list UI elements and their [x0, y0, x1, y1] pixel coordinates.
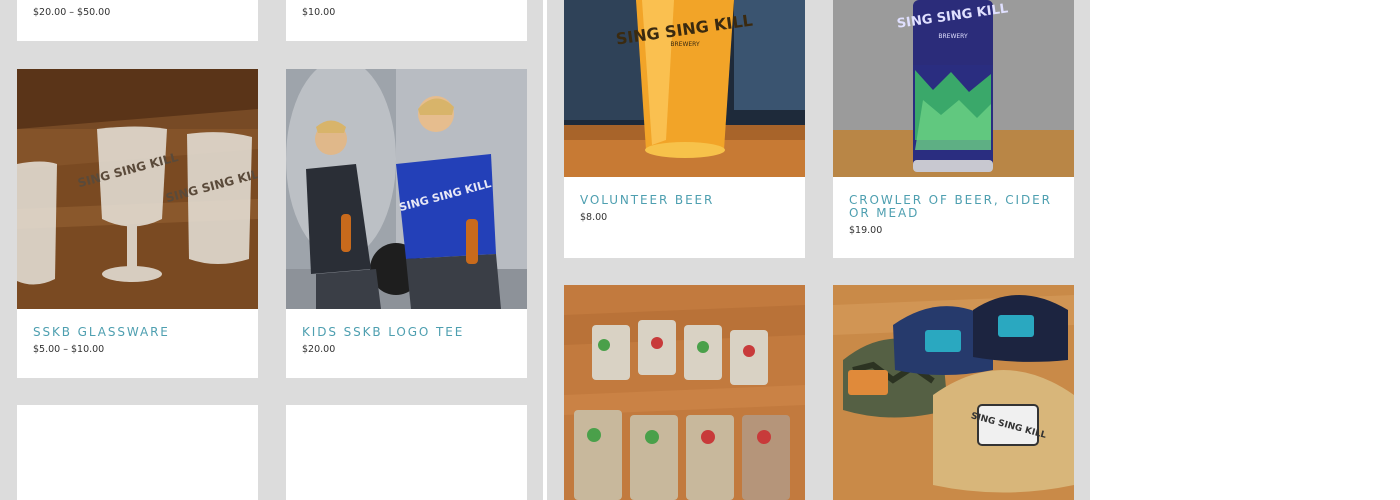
product-card-kids-tee[interactable]: SING SING KILL KIDS SSKB LOGO TEE $20.00 [286, 69, 527, 378]
product-title[interactable]: SSKB GLASSWARE [33, 326, 246, 339]
product-price: $5.00 – $10.00 [33, 344, 105, 355]
snack-bags-photo[interactable] [564, 285, 805, 500]
hats-photo[interactable]: SING SING KILL [833, 285, 1074, 500]
product-price: $10.00 [302, 7, 336, 18]
product-title[interactable]: VOLUNTEER BEER [580, 194, 793, 207]
product-title[interactable]: CROWLER OF BEER, CIDER OR MEAD [849, 194, 1062, 220]
svg-text:BREWERY: BREWERY [670, 41, 700, 48]
product-card[interactable] [17, 405, 258, 500]
product-card[interactable]: $10.00 [286, 0, 527, 41]
glassware-photo[interactable]: SING SING KILL SING SING KILL [17, 69, 258, 309]
product-price: $20.00 – $50.00 [33, 7, 111, 18]
product-card-snack-bags[interactable] [564, 285, 805, 500]
product-title[interactable]: KIDS SSKB LOGO TEE [302, 326, 515, 339]
product-price: $20.00 [302, 344, 336, 355]
product-card-sskb-glassware[interactable]: SING SING KILL SING SING KILL SSKB GLASS… [17, 69, 258, 378]
product-price: $8.00 [580, 212, 608, 223]
product-card[interactable]: $20.00 – $50.00 [17, 0, 258, 41]
product-card[interactable] [286, 405, 527, 500]
product-card-hats[interactable]: SING SING KILL [833, 285, 1074, 500]
kids-tee-photo[interactable]: SING SING KILL [286, 69, 527, 309]
beer-glass-photo[interactable]: SING SING KILL BREWERY [564, 0, 805, 177]
product-card-crowler[interactable]: SING SING KILL BREWERY CROWLER OF BEER, … [833, 0, 1074, 258]
product-card-volunteer-beer[interactable]: SING SING KILL BREWERY VOLUNTEER BEER $8… [564, 0, 805, 258]
crowler-can-photo[interactable]: SING SING KILL BREWERY [833, 0, 1074, 177]
product-price: $19.00 [849, 225, 883, 236]
svg-text:BREWERY: BREWERY [938, 33, 968, 40]
